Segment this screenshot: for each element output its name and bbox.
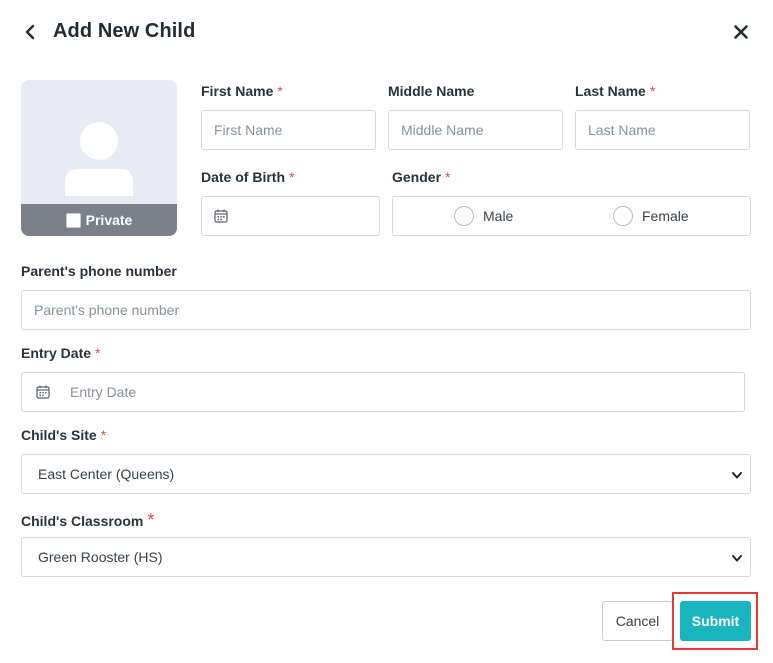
required-marker: * (649, 83, 656, 99)
calendar-icon (36, 385, 50, 399)
chevron-down-icon (732, 555, 742, 562)
first-name-label: First Name * (201, 83, 283, 99)
classroom-label: Child's Classroom * (21, 510, 155, 530)
parent-phone-label: Parent's phone number (21, 263, 177, 279)
parent-phone-placeholder: Parent's phone number (34, 302, 180, 318)
modal-header: Add New Child (0, 0, 773, 66)
required-marker: * (289, 169, 295, 185)
radio-circle[interactable] (454, 206, 474, 226)
site-selected-value: East Center (Queens) (38, 466, 175, 482)
person-placeholder-icon (65, 122, 133, 196)
cancel-button[interactable]: Cancel (602, 601, 673, 641)
required-marker: * (277, 83, 283, 99)
gender-label: Gender * (392, 169, 451, 185)
back-button[interactable] (18, 20, 42, 44)
last-name-input[interactable]: Last Name (575, 110, 750, 150)
radio-circle[interactable] (613, 206, 633, 226)
close-icon (734, 25, 748, 39)
radio-label-female: Female (642, 208, 689, 224)
middle-name-input[interactable]: Middle Name (388, 110, 563, 150)
last-name-label: Last Name * (575, 83, 656, 99)
submit-button[interactable]: Submit (680, 601, 751, 641)
middle-name-placeholder: Middle Name (401, 122, 484, 138)
classroom-selected-value: Green Rooster (HS) (38, 549, 163, 565)
private-toggle-bar: Private (21, 204, 177, 236)
close-button[interactable] (729, 20, 753, 44)
avatar-upload[interactable]: Private (21, 80, 177, 236)
last-name-placeholder: Last Name (588, 122, 656, 138)
chevron-down-icon (732, 472, 742, 479)
radio-label-male: Male (483, 208, 514, 224)
calendar-icon (214, 209, 228, 223)
first-name-input[interactable]: First Name (201, 110, 376, 150)
entry-date-label: Entry Date * (21, 345, 101, 361)
parent-phone-input[interactable]: Parent's phone number (21, 290, 751, 330)
private-checkbox[interactable] (65, 212, 81, 228)
entry-date-placeholder: Entry Date (70, 384, 137, 400)
chevron-left-icon (25, 24, 35, 40)
required-marker: * (445, 169, 451, 185)
gender-option-female[interactable]: Female (613, 206, 689, 226)
classroom-select[interactable]: Green Rooster (HS) (21, 537, 751, 577)
page-title: Add New Child (53, 20, 196, 42)
first-name-placeholder: First Name (214, 122, 283, 138)
site-select[interactable]: East Center (Queens) (21, 454, 751, 494)
middle-name-label: Middle Name (388, 83, 475, 99)
site-label: Child's Site * (21, 427, 107, 443)
required-marker: * (147, 510, 155, 530)
gender-option-male[interactable]: Male (454, 206, 513, 226)
gender-radio-group: Male Female (392, 196, 751, 236)
dob-input[interactable] (201, 196, 380, 236)
required-marker: * (100, 427, 107, 443)
dob-label: Date of Birth * (201, 169, 295, 185)
entry-date-input[interactable]: Entry Date (21, 372, 745, 412)
private-label: Private (85, 212, 133, 228)
required-marker: * (95, 345, 101, 361)
